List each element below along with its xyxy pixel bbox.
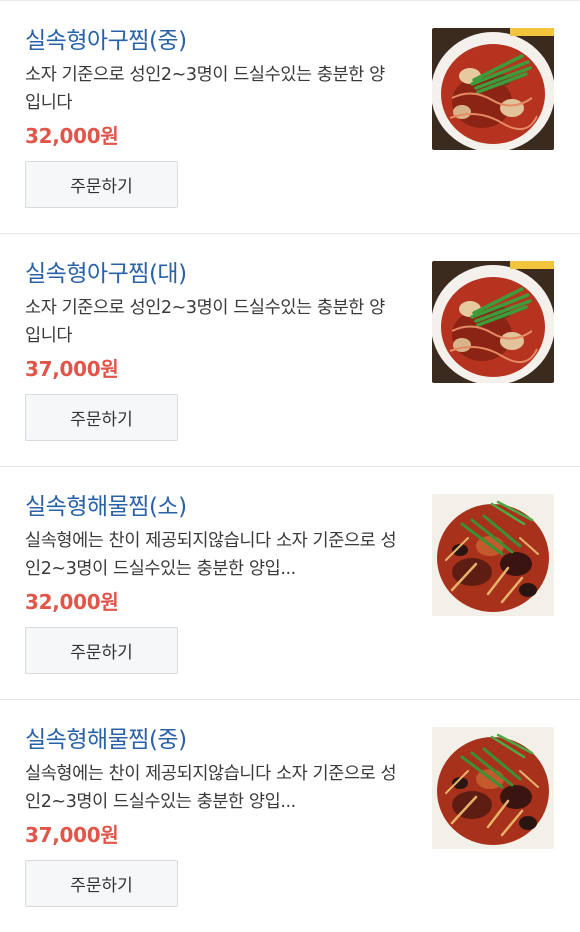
menu-item-title[interactable]: 실속형아구찜(대) (25, 254, 187, 288)
braised-seafood-photo[interactable] (432, 727, 554, 849)
menu-item-title[interactable]: 실속형해물찜(소) (25, 487, 187, 521)
menu-item-description: 실속형에는 찬이 제공되지않습니다 소자 기준으로 성인2~3명이 드실수있는 … (25, 531, 397, 579)
menu-item[interactable]: 실속형아구찜(중) 소자 기준으로 성인2~3명이 드실수있는 충분한 양입니다… (0, 0, 580, 233)
braised-seafood-photo[interactable] (432, 494, 554, 616)
menu-item[interactable]: 실속형해물찜(소) 실속형에는 찬이 제공되지않습니다 소자 기준으로 성인2~… (0, 466, 580, 699)
menu-item-description: 소자 기준으로 성인2~3명이 드실수있는 충분한 양입니다 (25, 65, 385, 113)
menu-item-price: 37,000원 (25, 823, 119, 847)
braised-monkfish-photo[interactable] (432, 261, 554, 383)
menu-item-price: 32,000원 (25, 590, 119, 614)
order-button[interactable]: 주문하기 (25, 627, 178, 674)
menu-item[interactable]: 실속형아구찜(대) 소자 기준으로 성인2~3명이 드실수있는 충분한 양입니다… (0, 233, 580, 466)
menu-item[interactable]: 실속형해물찜(중) 실속형에는 찬이 제공되지않습니다 소자 기준으로 성인2~… (0, 699, 580, 932)
order-button[interactable]: 주문하기 (25, 860, 178, 907)
menu-list: 실속형아구찜(중) 소자 기준으로 성인2~3명이 드실수있는 충분한 양입니다… (0, 0, 580, 932)
menu-item-description: 소자 기준으로 성인2~3명이 드실수있는 충분한 양입니다 (25, 298, 385, 346)
menu-item-title[interactable]: 실속형해물찜(중) (25, 720, 187, 754)
menu-item-title[interactable]: 실속형아구찜(중) (25, 21, 187, 55)
braised-monkfish-photo[interactable] (432, 28, 554, 150)
menu-item-price: 37,000원 (25, 357, 119, 381)
menu-item-description: 실속형에는 찬이 제공되지않습니다 소자 기준으로 성인2~3명이 드실수있는 … (25, 764, 397, 812)
order-button[interactable]: 주문하기 (25, 394, 178, 441)
order-button[interactable]: 주문하기 (25, 161, 178, 208)
menu-item-price: 32,000원 (25, 124, 119, 148)
